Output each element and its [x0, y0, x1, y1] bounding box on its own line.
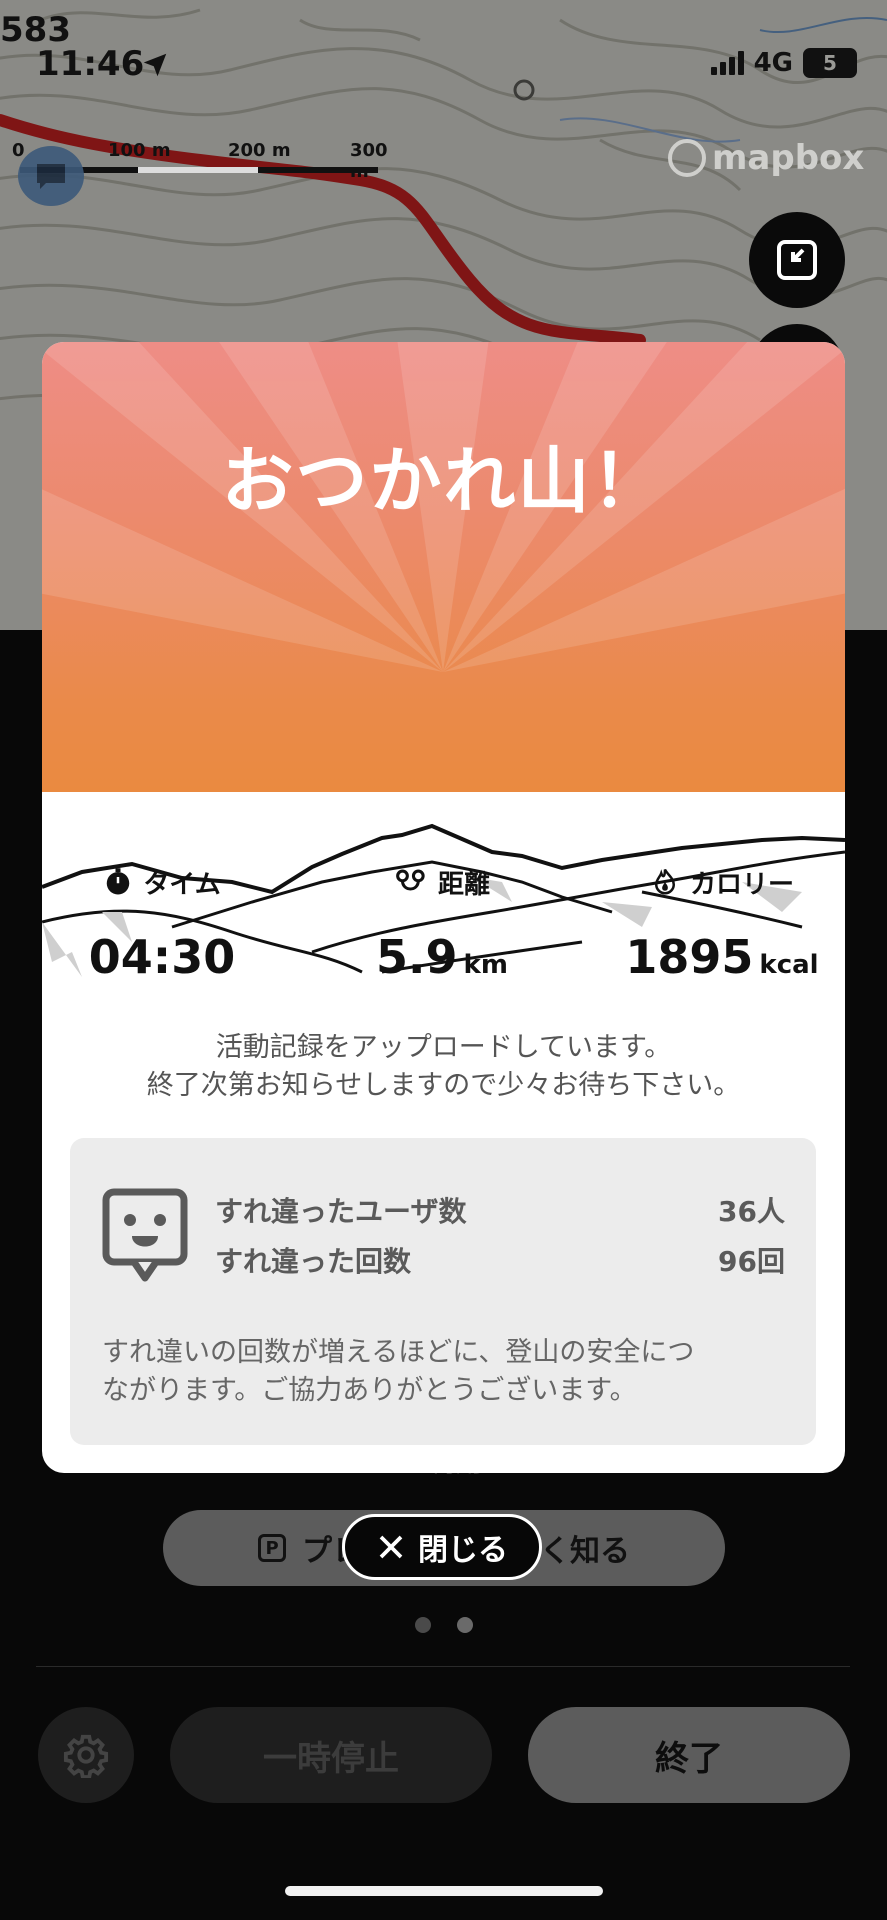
passed-users-row: すれ違ったユーザ数 36人	[215, 1190, 785, 1230]
flame-icon	[654, 868, 675, 895]
stat-calories: カロリー 1895 kcal	[602, 862, 842, 984]
completion-modal: おつかれ山！ タイム 04:30 距離 5.9 km カロリー 1895 kca…	[42, 342, 845, 1473]
page-dot[interactable]	[415, 1617, 431, 1633]
passing-note-line: ながります。ご協力ありがとうございます。	[102, 1375, 637, 1406]
end-button[interactable]: 終了	[528, 1707, 850, 1803]
stat-distance-unit: km	[463, 950, 508, 980]
home-indicator[interactable]	[285, 1886, 603, 1896]
mapbox-attribution: mapbox	[712, 138, 865, 178]
route-pin-icon	[396, 869, 425, 891]
page-dot-active[interactable]	[457, 1617, 473, 1633]
scale-label-200: 200 m	[228, 140, 291, 161]
scale-segment	[138, 167, 258, 173]
pause-button[interactable]: 一時停止	[170, 1707, 492, 1803]
stat-time-label: タイム	[143, 869, 221, 900]
location-arrow-icon	[143, 53, 167, 77]
gear-icon	[63, 1734, 109, 1778]
face-bubble-icon	[102, 1188, 188, 1282]
passed-count-label: すれ違った回数	[215, 1245, 412, 1278]
battery-level: 5	[823, 51, 837, 75]
close-button[interactable]: 閉じる	[342, 1514, 542, 1580]
scale-label-0: 0	[12, 140, 25, 161]
chat-bubble-icon[interactable]	[18, 146, 84, 206]
passing-stats-box: すれ違ったユーザ数 36人 すれ違った回数 96回 すれ違いの回数が増えるほどに…	[70, 1138, 816, 1445]
settings-button[interactable]	[38, 1707, 134, 1803]
close-button-label: 閉じる	[418, 1533, 508, 1568]
passed-count-value: 96回	[718, 1245, 785, 1278]
status-time: 11:46	[36, 44, 145, 84]
exit-fullscreen-button[interactable]	[749, 212, 845, 308]
close-icon	[379, 1535, 403, 1559]
stat-time: タイム 04:30	[42, 862, 282, 984]
battery-icon: 5	[803, 48, 857, 78]
stat-calories-label: カロリー	[689, 869, 794, 900]
stat-distance: 距離 5.9 km	[322, 862, 562, 985]
scale-label-300: 300 m	[350, 140, 388, 182]
passing-note-line: すれ違いの回数が増えるほどに、登山の安全につ	[102, 1337, 695, 1368]
exit-fullscreen-icon	[777, 240, 817, 280]
premium-p-icon: P	[258, 1534, 287, 1562]
passed-users-value: 36人	[718, 1195, 785, 1228]
upload-message-line: 終了次第お知らせしますので少々お待ち下さい。	[146, 1070, 741, 1101]
stat-calories-value: 1895	[625, 930, 754, 984]
activity-stats: タイム 04:30 距離 5.9 km カロリー 1895 kcal	[42, 862, 845, 1042]
status-bar: 583 11:46 4G 5	[0, 0, 887, 100]
page-indicator	[415, 1617, 473, 1633]
modal-title: おつかれ山！	[221, 439, 666, 523]
signal-icon	[710, 51, 744, 75]
scale-segment	[258, 167, 378, 173]
network-type: 4G	[753, 48, 793, 78]
stat-calories-unit: kcal	[759, 950, 819, 980]
scale-label-100: 100 m	[108, 140, 171, 161]
divider	[36, 1666, 850, 1667]
upload-message-line: 活動記録をアップロードしています。	[215, 1032, 672, 1063]
upload-message: 活動記録をアップロードしています。 終了次第お知らせしますので少々お待ち下さい。	[42, 1029, 845, 1105]
passed-count-row: すれ違った回数 96回	[215, 1240, 785, 1280]
passed-users-label: すれ違ったユーザ数	[215, 1195, 467, 1228]
stat-distance-value: 5.9	[376, 930, 458, 984]
stat-distance-label: 距離	[437, 869, 490, 900]
stopwatch-icon	[107, 868, 130, 895]
stat-time-value: 04:30	[88, 930, 236, 984]
passing-note: すれ違いの回数が増えるほどに、登山の安全につ ながります。ご協力ありがとうござい…	[102, 1334, 792, 1410]
mapbox-logo: mapbox	[668, 138, 864, 178]
